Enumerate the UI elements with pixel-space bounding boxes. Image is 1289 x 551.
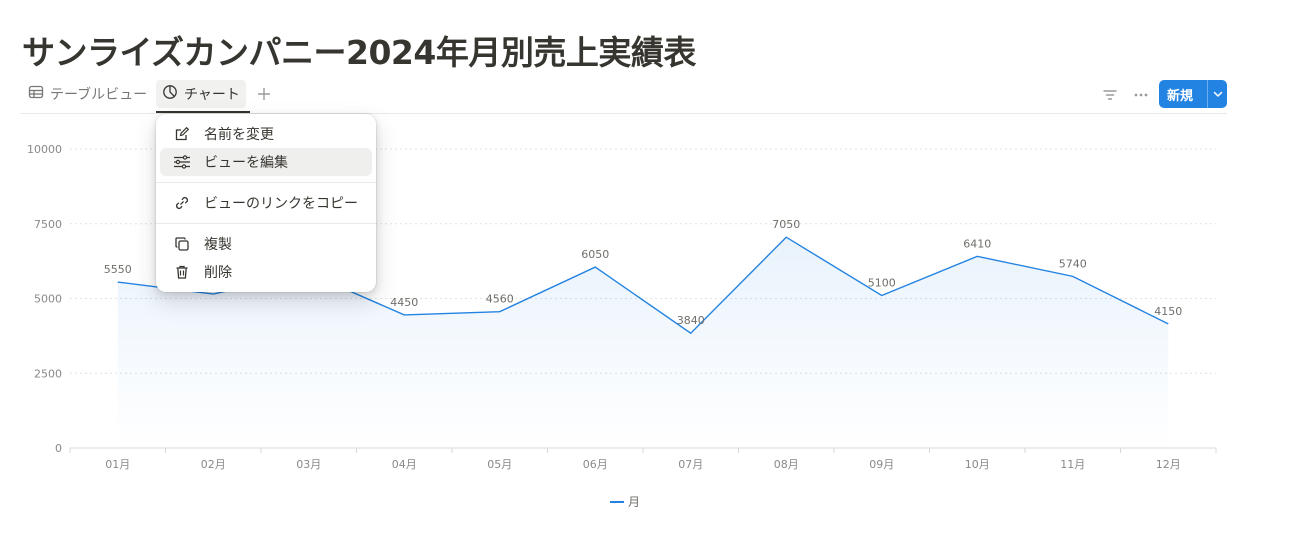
data-label: 3840 [677,314,705,327]
data-label: 4560 [486,293,514,306]
tab-chart[interactable]: チャート [156,80,246,108]
more-icon[interactable] [1130,84,1152,106]
active-tab-underline [156,111,250,113]
data-label: 4450 [390,296,418,309]
x-tick-label: 03月 [296,458,321,471]
menu-item-copy-link[interactable]: ビューのリンクをコピー [160,189,372,217]
data-label: 6050 [581,248,609,261]
menu-item-duplicate[interactable]: 複製 [160,230,372,258]
y-tick-label: 10000 [27,143,62,156]
menu-item-copy-link-label: ビューのリンクをコピー [204,196,358,212]
chevron-down-icon[interactable] [1208,88,1227,100]
sliders-icon [172,152,192,172]
x-tick-label: 01月 [105,458,130,471]
menu-item-delete-label: 削除 [204,265,232,281]
tab-table-view[interactable]: テーブルビュー [22,80,153,108]
view-context-menu: 名前を変更 ビューを編集 ビューのリンクをコピー 複製 削除 [156,114,376,292]
x-tick-label: 12月 [1156,458,1181,471]
tab-chart-label: チャート [184,87,240,103]
edit-icon [172,124,192,144]
table-icon [28,84,44,104]
view-bar: テーブルビュー チャート 新規 [20,80,1227,114]
menu-divider-2 [156,223,376,224]
x-tick-label: 11月 [1060,458,1085,471]
trash-icon [172,262,192,282]
x-tick-label: 08月 [774,458,799,471]
data-label: 5740 [1059,257,1087,270]
y-tick-label: 7500 [34,218,62,231]
link-icon [172,193,192,213]
data-label: 5100 [868,277,896,290]
page-title: サンライズカンパニー2024年月別売上実績表 [22,33,696,72]
y-tick-label: 2500 [34,367,62,380]
tab-table-label: テーブルビュー [50,87,148,103]
legend-label: 月 [628,495,640,509]
y-tick-label: 0 [55,442,62,455]
x-tick-label: 02月 [201,458,226,471]
menu-item-edit-view[interactable]: ビューを編集 [160,148,372,176]
menu-item-rename[interactable]: 名前を変更 [160,120,372,148]
x-tick-label: 06月 [583,458,608,471]
menu-item-rename-label: 名前を変更 [204,127,274,143]
x-tick-label: 09月 [869,458,894,471]
x-tick-label: 07月 [678,458,703,471]
data-label: 4150 [1154,305,1182,318]
plus-icon[interactable] [254,84,274,104]
new-button[interactable]: 新規 [1159,80,1227,108]
x-tick-label: 10月 [965,458,990,471]
duplicate-icon [172,234,192,254]
x-tick-label: 04月 [392,458,417,471]
data-label: 5550 [104,263,132,276]
new-button-label: 新規 [1167,88,1194,104]
y-tick-label: 5000 [34,293,62,306]
x-tick-label: 05月 [487,458,512,471]
menu-item-delete[interactable]: 削除 [160,258,372,286]
filter-icon[interactable] [1099,84,1121,106]
data-label: 6410 [963,237,991,250]
menu-divider-1 [156,182,376,183]
menu-item-duplicate-label: 複製 [204,237,232,253]
chart-pie-icon [162,84,178,104]
menu-item-edit-view-label: ビューを編集 [204,155,288,171]
data-label: 7050 [772,218,800,231]
